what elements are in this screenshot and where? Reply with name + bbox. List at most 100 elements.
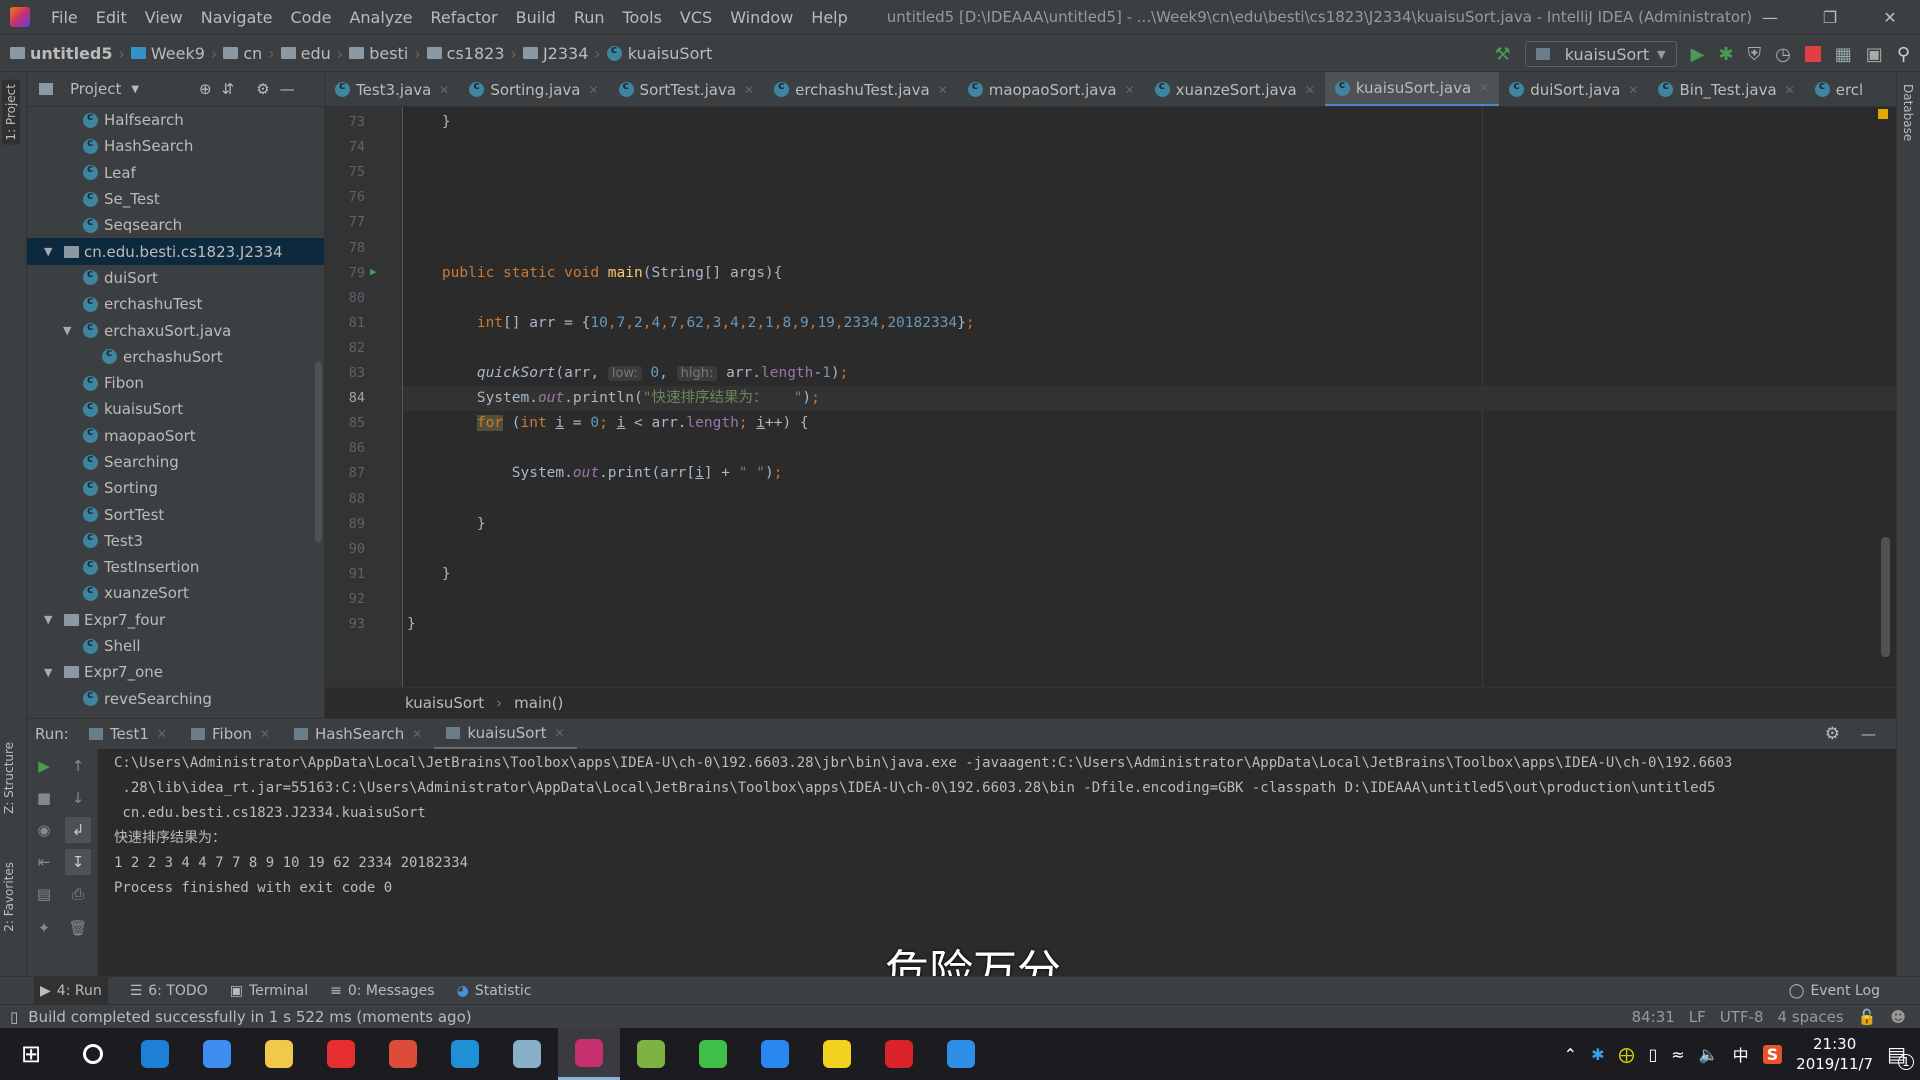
- clock[interactable]: 21:30 2019/11/7: [1796, 1034, 1873, 1074]
- project-view-select[interactable]: Project: [70, 80, 121, 98]
- editor-scrollbar[interactable]: [1881, 537, 1890, 657]
- chevron-down-icon[interactable]: ▼: [131, 84, 139, 95]
- terminal-window-icon[interactable]: ▣: [1866, 44, 1883, 65]
- run-gutter-icon[interactable]: ▶: [370, 265, 377, 278]
- editor-tab[interactable]: SortTest.java ✕: [609, 72, 765, 106]
- project-tree-item[interactable]: Sorting: [27, 475, 324, 501]
- favorites-tool-tab[interactable]: 2: Favorites: [2, 862, 16, 932]
- breadcrumb-item[interactable]: J2334 ›: [522, 44, 601, 63]
- stop-icon[interactable]: ■: [31, 785, 57, 811]
- scroll-to-end-icon[interactable]: ↧: [65, 849, 91, 875]
- database-tool-tab[interactable]: Database: [1901, 84, 1915, 141]
- breadcrumb-item[interactable]: edu ›: [280, 44, 343, 63]
- chevron-up-icon[interactable]: ⌃: [1564, 1045, 1577, 1064]
- caret-position[interactable]: 84:31: [1632, 1008, 1675, 1026]
- minimize-button[interactable]: —: [1740, 0, 1800, 34]
- login-icon[interactable]: ⇤: [31, 849, 57, 875]
- breadcrumb-item[interactable]: Week9 ›: [130, 44, 217, 63]
- expand-arrow-icon[interactable]: ▼: [44, 245, 58, 258]
- project-tree-item[interactable]: HashSearch: [27, 133, 324, 159]
- taskbar-app[interactable]: [310, 1028, 372, 1080]
- run-tab[interactable]: Fibon ✕: [179, 719, 282, 750]
- ime-indicator[interactable]: 中: [1733, 1042, 1749, 1066]
- close-tab-icon[interactable]: ✕: [1479, 81, 1489, 95]
- notification-center-icon[interactable]: ▤ 1: [1887, 1042, 1914, 1070]
- sogou-icon[interactable]: S: [1762, 1044, 1783, 1064]
- dingtalk-tray-icon[interactable]: ✱: [1591, 1045, 1604, 1064]
- print-icon[interactable]: ⎙: [65, 881, 91, 907]
- project-tree-item[interactable]: ▼ Expr7_four: [27, 607, 324, 633]
- menu-code[interactable]: Code: [282, 8, 341, 27]
- run-icon[interactable]: ▶: [1691, 44, 1705, 65]
- locate-icon[interactable]: ⊕: [199, 80, 212, 98]
- run-tab[interactable]: HashSearch ✕: [282, 719, 434, 750]
- hector-icon[interactable]: ☻: [1890, 1008, 1906, 1026]
- gear-icon[interactable]: ⚙: [256, 80, 269, 98]
- close-tab-icon[interactable]: ✕: [1305, 83, 1315, 97]
- project-tree-item[interactable]: Fibon: [27, 370, 324, 396]
- project-tree-item[interactable]: Leaf: [27, 160, 324, 186]
- breadcrumb-item[interactable]: untitled5 ›: [10, 44, 125, 63]
- editor-tab[interactable]: kuaisuSort.java ✕: [1324, 72, 1500, 106]
- project-structure-icon[interactable]: ▦: [1835, 44, 1852, 65]
- arrow-down-icon[interactable]: ↓: [65, 785, 91, 811]
- run-tab[interactable]: Test1 ✕: [77, 719, 179, 750]
- 360-tray-icon[interactable]: ⨁: [1618, 1045, 1634, 1064]
- project-tree-item[interactable]: erchashuTest: [27, 291, 324, 317]
- breadcrumb-item[interactable]: besti ›: [349, 44, 421, 63]
- project-tree-item[interactable]: SortTest: [27, 501, 324, 527]
- project-tree-item[interactable]: reveSearching: [27, 686, 324, 712]
- expand-arrow-icon[interactable]: ▼: [63, 324, 77, 337]
- project-tree-item[interactable]: TestInsertion: [27, 554, 324, 580]
- file-encoding[interactable]: UTF-8: [1720, 1008, 1764, 1026]
- code-editor[interactable]: 73 74 75 76 77 78 79 ▶ 80 81 82 83 84 85 86 87 88 89 90 91 9…: [325, 107, 1896, 687]
- expand-arrow-icon[interactable]: ▼: [44, 666, 58, 679]
- project-tree-item[interactable]: Searching: [27, 449, 324, 475]
- editor-tab[interactable]: xuanzeSort.java ✕: [1145, 72, 1325, 106]
- breadcrumb-method[interactable]: main(): [514, 694, 563, 712]
- gear-icon[interactable]: ⚙: [1825, 724, 1840, 744]
- close-tab-icon[interactable]: ✕: [1125, 83, 1135, 97]
- build-hammer-icon[interactable]: ⚒: [1495, 44, 1511, 65]
- arrow-up-icon[interactable]: ↑: [65, 753, 91, 779]
- taskbar-app[interactable]: [744, 1028, 806, 1080]
- project-tree-item[interactable]: kuaisuSort: [27, 396, 324, 422]
- project-tree-item[interactable]: maopaoSort: [27, 423, 324, 449]
- close-tab-icon[interactable]: ✕: [938, 83, 948, 97]
- inspection-warning-icon[interactable]: [1878, 109, 1888, 119]
- close-tab-icon[interactable]: ✕: [744, 83, 754, 97]
- editor-tab[interactable]: Sorting.java ✕: [459, 72, 608, 106]
- run-tab[interactable]: kuaisuSort ✕: [434, 719, 577, 750]
- debug-icon[interactable]: ✱: [1718, 44, 1733, 65]
- editor-tab[interactable]: duiSort.java ✕: [1499, 72, 1648, 106]
- wifi-icon[interactable]: ≈: [1671, 1045, 1684, 1064]
- menu-analyze[interactable]: Analyze: [340, 8, 421, 27]
- project-tree-item[interactable]: Test3: [27, 528, 324, 554]
- camera-icon[interactable]: ◉: [31, 817, 57, 843]
- menu-tools[interactable]: Tools: [614, 8, 671, 27]
- menu-view[interactable]: View: [136, 8, 192, 27]
- tool-window-button[interactable]: ▶ 4: Run: [34, 976, 108, 1005]
- project-tool-tab[interactable]: 1: Project: [2, 80, 20, 145]
- event-log-button[interactable]: ◯ Event Log: [1789, 983, 1880, 999]
- close-tab-icon[interactable]: ✕: [555, 726, 565, 740]
- taskbar-app[interactable]: [682, 1028, 744, 1080]
- taskbar-app[interactable]: [124, 1028, 186, 1080]
- project-scrollbar[interactable]: [315, 362, 322, 542]
- hide-icon[interactable]: —: [1861, 725, 1876, 743]
- rerun-icon[interactable]: ▶: [31, 753, 57, 779]
- close-tab-icon[interactable]: ✕: [1785, 83, 1795, 97]
- taskbar-app[interactable]: [558, 1028, 620, 1080]
- project-tree-item[interactable]: Halfsearch: [27, 107, 324, 133]
- menu-help[interactable]: Help: [802, 8, 856, 27]
- taskbar-app[interactable]: [248, 1028, 310, 1080]
- breadcrumb-class[interactable]: kuaisuSort: [405, 694, 484, 712]
- soft-wrap-icon[interactable]: ↲: [65, 817, 91, 843]
- project-tree-item[interactable]: ▼ erchaxuSort.java: [27, 317, 324, 343]
- status-toggle-icon[interactable]: ▯: [10, 1008, 18, 1026]
- battery-icon[interactable]: ▯: [1648, 1045, 1657, 1064]
- profile-icon[interactable]: ◷: [1775, 44, 1791, 65]
- run-configuration-select[interactable]: kuaisuSort ▼: [1524, 41, 1677, 67]
- unlock-icon[interactable]: 🔓: [1858, 1008, 1877, 1026]
- project-tree-item[interactable]: Seqsearch: [27, 212, 324, 238]
